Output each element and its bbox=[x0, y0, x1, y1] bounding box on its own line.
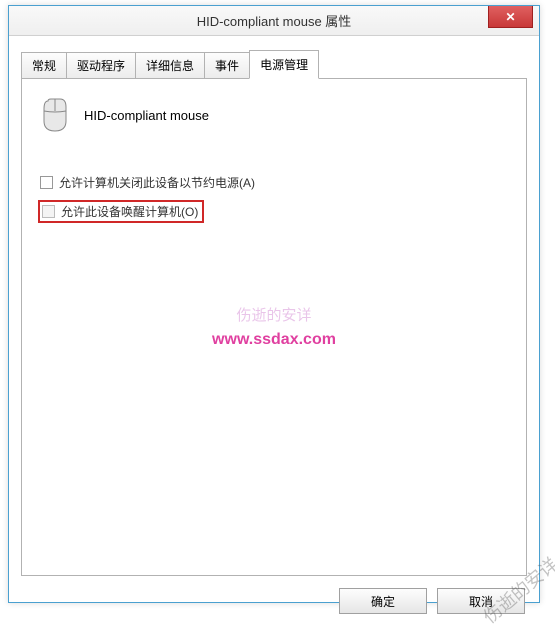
titlebar[interactable]: HID-compliant mouse 属性 ✕ bbox=[9, 6, 539, 36]
tab-details[interactable]: 详细信息 bbox=[135, 52, 205, 79]
dialog-buttons: 确定 取消 bbox=[9, 588, 539, 614]
mouse-icon bbox=[38, 97, 72, 133]
tab-driver[interactable]: 驱动程序 bbox=[66, 52, 136, 79]
allow-wake-row[interactable]: 允许此设备唤醒计算机(O) bbox=[38, 200, 204, 223]
device-name: HID-compliant mouse bbox=[84, 108, 209, 123]
allow-power-off-checkbox[interactable] bbox=[40, 176, 53, 189]
close-icon: ✕ bbox=[505, 10, 515, 24]
tab-power-management[interactable]: 电源管理 bbox=[249, 50, 319, 79]
window-title: HID-compliant mouse 属性 bbox=[9, 11, 539, 30]
properties-dialog: HID-compliant mouse 属性 ✕ 常规 驱动程序 详细信息 事件… bbox=[8, 5, 540, 603]
device-header: HID-compliant mouse bbox=[38, 97, 510, 133]
allow-power-off-label: 允许计算机关闭此设备以节约电源(A) bbox=[59, 174, 255, 191]
tabstrip: 常规 驱动程序 详细信息 事件 电源管理 bbox=[9, 36, 539, 79]
watermark-text-1: 伤逝的安详 bbox=[22, 304, 526, 325]
tab-events[interactable]: 事件 bbox=[204, 52, 250, 79]
cancel-button[interactable]: 取消 bbox=[437, 588, 525, 614]
allow-wake-label: 允许此设备唤醒计算机(O) bbox=[61, 203, 198, 220]
allow-wake-checkbox[interactable] bbox=[42, 205, 55, 218]
ok-button[interactable]: 确定 bbox=[339, 588, 427, 614]
close-button[interactable]: ✕ bbox=[488, 6, 533, 28]
watermark-text-2: www.ssdax.com bbox=[22, 331, 526, 349]
tab-content: HID-compliant mouse 允许计算机关闭此设备以节约电源(A) 允… bbox=[21, 79, 527, 576]
allow-power-off-row[interactable]: 允许计算机关闭此设备以节约电源(A) bbox=[38, 173, 510, 192]
tab-general[interactable]: 常规 bbox=[21, 52, 67, 79]
